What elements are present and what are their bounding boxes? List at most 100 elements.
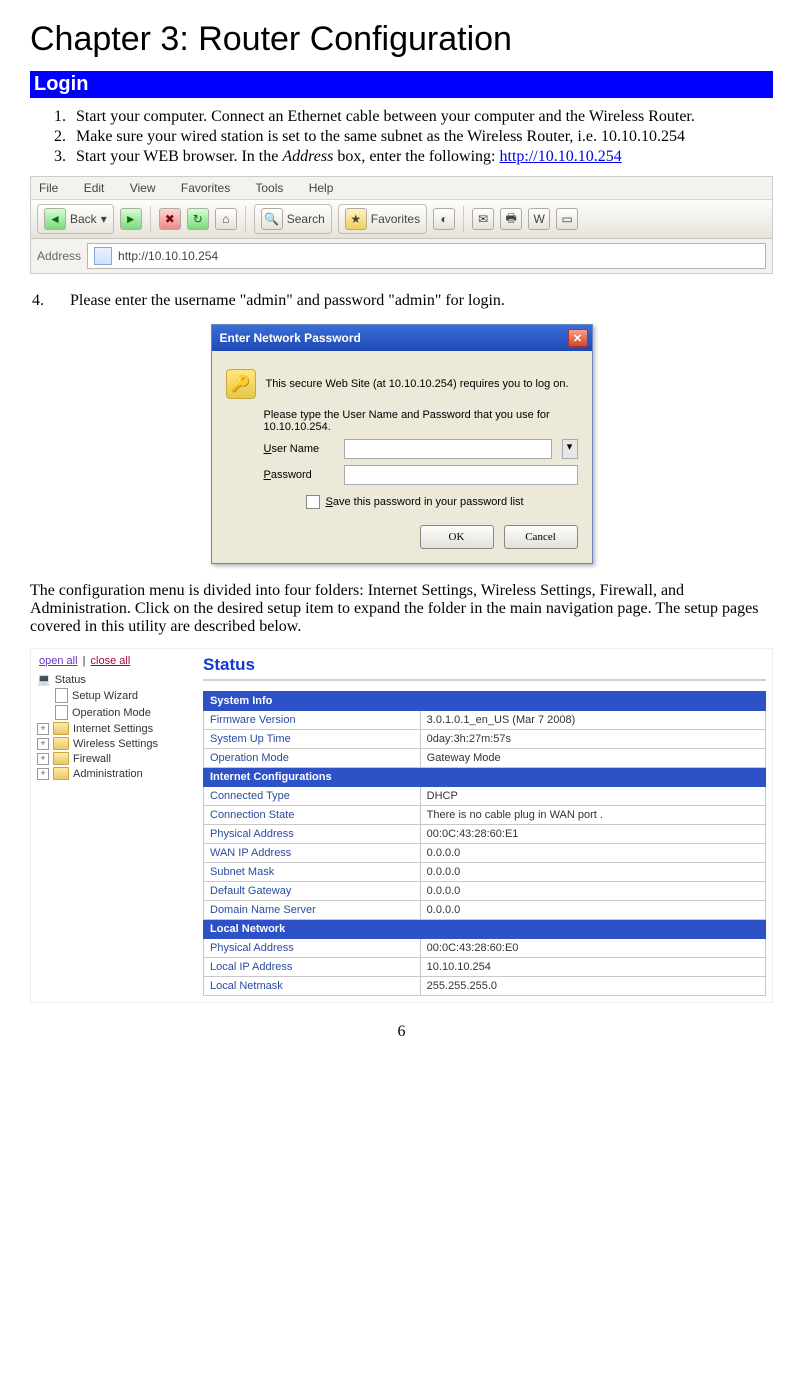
- key-icon: 🔑: [226, 369, 256, 399]
- forward-button[interactable]: ►: [120, 208, 142, 230]
- section-system-info: System Info: [204, 692, 766, 711]
- tree-wireless-label: Wireless Settings: [73, 738, 158, 750]
- connected-type-value: DHCP: [420, 787, 765, 806]
- firmware-version-label: Firmware Version: [204, 711, 421, 730]
- dialog-line-1: This secure Web Site (at 10.10.10.254) r…: [266, 378, 578, 390]
- menu-tools[interactable]: Tools: [255, 181, 283, 195]
- page-icon: [94, 247, 112, 265]
- router-url-link[interactable]: http://10.10.10.254: [500, 148, 622, 165]
- connection-state-label: Connection State: [204, 806, 421, 825]
- step-4: 4. Please enter the username "admin" and…: [30, 292, 773, 310]
- browser-menu-bar: File Edit View Favorites Tools Help: [31, 177, 772, 200]
- status-heading: Status: [203, 655, 766, 681]
- menu-view[interactable]: View: [130, 181, 156, 195]
- default-gateway-label: Default Gateway: [204, 882, 421, 901]
- toolbar-separator-3: [463, 206, 464, 232]
- local-netmask-label: Local Netmask: [204, 977, 421, 996]
- search-label: Search: [287, 212, 325, 226]
- chapter-title: Chapter 3: Router Configuration: [30, 20, 773, 59]
- dns-value: 0.0.0.0: [420, 901, 765, 920]
- page-number: 6: [30, 1023, 773, 1041]
- step-3-text-a: Start your WEB browser. In the: [76, 148, 282, 165]
- tree-operation-mode[interactable]: Operation Mode: [55, 705, 187, 720]
- config-menu-paragraph: The configuration menu is divided into f…: [30, 582, 773, 636]
- save-password-checkbox[interactable]: [306, 495, 320, 509]
- operation-mode-value: Gateway Mode: [420, 749, 765, 768]
- open-all-link[interactable]: open all: [39, 655, 78, 667]
- operation-mode-label: Operation Mode: [204, 749, 421, 768]
- wan-ip-value: 0.0.0.0: [420, 844, 765, 863]
- tree-opmode-label: Operation Mode: [72, 707, 151, 719]
- browser-toolbar: ◄ Back ▾ ► ✖ ↻ ⌂ 🔍 Search ★ Favorites ◐ …: [31, 200, 772, 239]
- document-icon: [55, 688, 68, 703]
- tree-firewall-label: Firewall: [73, 753, 111, 765]
- expand-icon[interactable]: +: [37, 768, 49, 780]
- toolbar-separator-2: [245, 206, 246, 232]
- expand-icon[interactable]: +: [37, 738, 49, 750]
- address-input[interactable]: http://10.10.10.254: [87, 243, 766, 269]
- password-input[interactable]: [344, 465, 578, 485]
- navigation-tree: open all | close all 💻 Status Setup Wiza…: [37, 655, 187, 996]
- toolbar-separator: [150, 206, 151, 232]
- dns-label: Domain Name Server: [204, 901, 421, 920]
- favorites-label: Favorites: [371, 212, 420, 226]
- refresh-button[interactable]: ↻: [187, 208, 209, 230]
- dialog-titlebar: Enter Network Password ✕: [212, 325, 592, 351]
- print-button[interactable]: 🖶: [500, 208, 522, 230]
- step-3-address-word: Address: [282, 148, 333, 165]
- media-button[interactable]: ◐: [433, 208, 455, 230]
- folder-icon: [53, 722, 69, 735]
- tree-internet-settings[interactable]: +Internet Settings: [37, 722, 187, 735]
- search-icon: 🔍: [261, 208, 283, 230]
- firmware-version-value: 3.0.1.0.1_en_US (Mar 7 2008): [420, 711, 765, 730]
- ok-button[interactable]: OK: [420, 525, 494, 549]
- section-heading-login: Login: [30, 71, 773, 98]
- tree-setup-wizard[interactable]: Setup Wizard: [55, 688, 187, 703]
- back-button[interactable]: ◄ Back ▾: [37, 204, 114, 234]
- local-netmask-value: 255.255.255.0: [420, 977, 765, 996]
- menu-edit[interactable]: Edit: [84, 181, 105, 195]
- dialog-line-2: Please type the User Name and Password t…: [264, 409, 578, 433]
- menu-help[interactable]: Help: [309, 181, 334, 195]
- tree-administration[interactable]: +Administration: [37, 767, 187, 780]
- expand-icon[interactable]: +: [37, 753, 49, 765]
- home-button[interactable]: ⌂: [215, 208, 237, 230]
- status-page-screenshot: open all | close all 💻 Status Setup Wiza…: [30, 648, 773, 1003]
- status-info-table: System Info Firmware Version3.0.1.0.1_en…: [203, 691, 766, 996]
- cancel-button[interactable]: Cancel: [504, 525, 578, 549]
- password-label: Password: [264, 469, 334, 481]
- step-4-text: Please enter the username "admin" and pa…: [70, 292, 505, 309]
- section-internet-config: Internet Configurations: [204, 768, 766, 787]
- local-ip-value: 10.10.10.254: [420, 958, 765, 977]
- username-dropdown-icon[interactable]: ▾: [562, 439, 578, 459]
- discuss-button[interactable]: ▭: [556, 208, 578, 230]
- tree-wizard-label: Setup Wizard: [72, 690, 138, 702]
- menu-favorites[interactable]: Favorites: [181, 181, 230, 195]
- close-all-link[interactable]: close all: [91, 655, 131, 667]
- address-bar-row: Address http://10.10.10.254: [31, 239, 772, 273]
- password-dialog: Enter Network Password ✕ 🔑 This secure W…: [211, 324, 593, 564]
- star-icon: ★: [345, 208, 367, 230]
- menu-file[interactable]: File: [39, 181, 58, 195]
- stop-button[interactable]: ✖: [159, 208, 181, 230]
- edit-button[interactable]: W: [528, 208, 550, 230]
- tree-wireless-settings[interactable]: + Wireless Settings: [37, 737, 187, 750]
- connection-state-value: There is no cable plug in WAN port .: [420, 806, 765, 825]
- tree-link-separator: |: [80, 655, 89, 667]
- address-label: Address: [37, 249, 81, 263]
- close-button[interactable]: ✕: [568, 329, 588, 347]
- local-physical-address-value: 00:0C:43:28:60:E0: [420, 939, 765, 958]
- username-input[interactable]: [344, 439, 552, 459]
- physical-address-label: Physical Address: [204, 825, 421, 844]
- favorites-button[interactable]: ★ Favorites: [338, 204, 427, 234]
- mail-button[interactable]: ✉: [472, 208, 494, 230]
- search-button[interactable]: 🔍 Search: [254, 204, 332, 234]
- step-4-number: 4.: [32, 292, 66, 310]
- folder-icon: [53, 767, 69, 780]
- tree-firewall[interactable]: + Firewall: [37, 752, 187, 765]
- back-arrow-icon: ◄: [44, 208, 66, 230]
- connected-type-label: Connected Type: [204, 787, 421, 806]
- expand-icon[interactable]: +: [37, 723, 49, 735]
- step-2: Make sure your wired station is set to t…: [70, 128, 773, 146]
- tree-status[interactable]: 💻 Status: [37, 673, 187, 686]
